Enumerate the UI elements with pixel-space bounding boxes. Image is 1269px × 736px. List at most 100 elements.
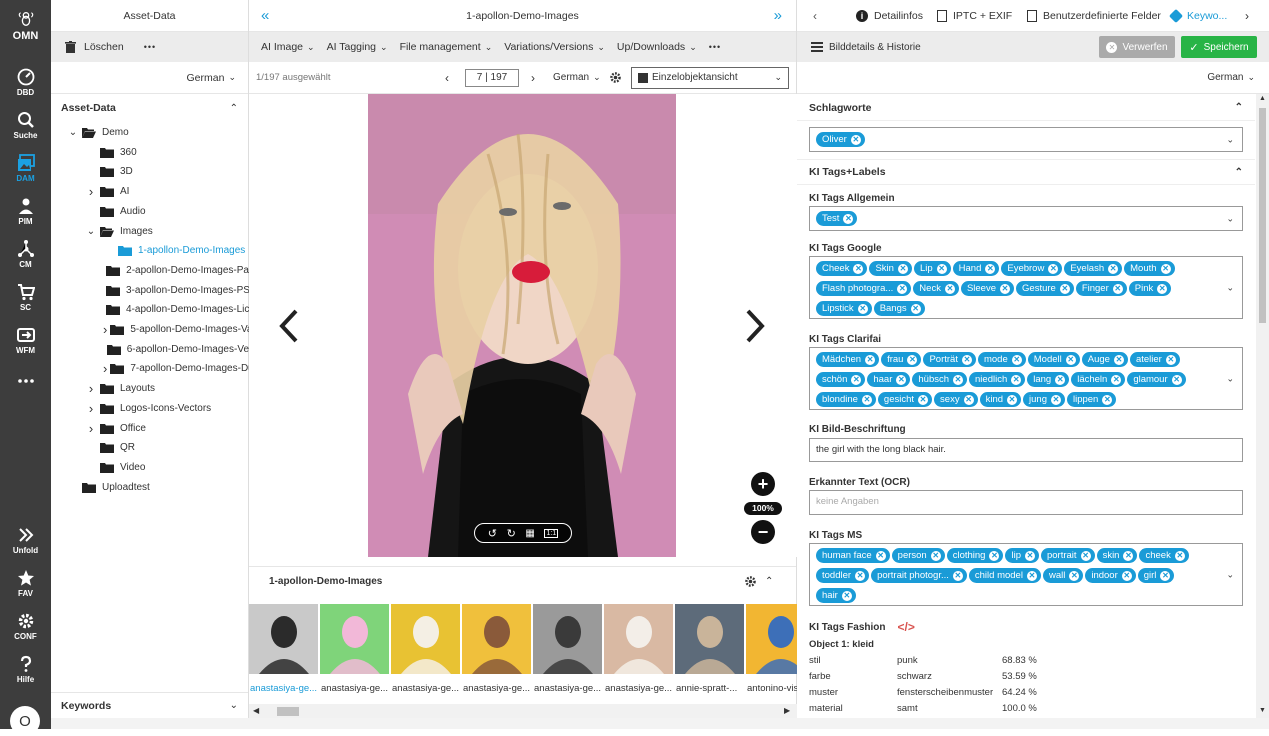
tag-chip[interactable]: hübsch ✕ xyxy=(912,372,968,387)
chevron-down-icon[interactable]: ⌄ xyxy=(1226,213,1234,224)
remove-tag-icon[interactable]: ✕ xyxy=(936,263,947,274)
remove-tag-icon[interactable]: ✕ xyxy=(1160,263,1171,274)
remove-tag-icon[interactable]: ✕ xyxy=(1048,263,1059,274)
prev-image-arrow-icon[interactable] xyxy=(279,309,299,343)
filmstrip-collapse-icon[interactable]: ⌃ xyxy=(765,576,773,587)
history-button[interactable]: Bilddetails & Historie xyxy=(811,42,921,53)
ms-field[interactable]: human face ✕ person ✕ clothing ✕ lip ✕ portrait ✕… xyxy=(809,543,1243,606)
remove-tag-icon[interactable]: ✕ xyxy=(851,374,862,385)
scroll-thumb[interactable] xyxy=(277,707,299,716)
tag-chip[interactable]: cheek ✕ xyxy=(1139,548,1189,563)
tag-chip[interactable]: Pink ✕ xyxy=(1128,281,1172,296)
chevron-down-icon[interactable]: ⌄ xyxy=(85,226,97,237)
tag-chip[interactable]: Mouth ✕ xyxy=(1124,261,1175,276)
tab-detailinfos[interactable]: i Detailinfos xyxy=(856,9,923,22)
remove-tag-icon[interactable]: ✕ xyxy=(1174,550,1185,561)
allgemein-field[interactable]: Test ✕ ⌄ xyxy=(809,206,1243,231)
remove-tag-icon[interactable]: ✕ xyxy=(843,213,854,224)
save-button[interactable]: ✓ Speichern xyxy=(1181,36,1257,58)
chevron-down-icon[interactable]: ⌄ xyxy=(1226,373,1234,384)
chevron-right-icon[interactable]: › xyxy=(85,421,97,436)
tag-chip[interactable]: lang ✕ xyxy=(1027,372,1070,387)
collapse-up-icon[interactable]: ⌃ xyxy=(1235,167,1243,178)
scroll-thumb[interactable] xyxy=(1259,108,1266,323)
discard-button[interactable]: ✕ Verwerfen xyxy=(1099,36,1175,58)
thumbnail-image[interactable] xyxy=(604,604,673,674)
menu-ai-image[interactable]: AI Image ⌄ xyxy=(255,41,321,53)
nav-more[interactable] xyxy=(0,372,51,392)
thumbnail-caption[interactable]: anastasiya-ge... xyxy=(463,683,533,694)
tag-chip[interactable]: Neck ✕ xyxy=(913,281,959,296)
tree-node[interactable]: QR xyxy=(51,438,249,457)
filmstrip-settings-gear-icon[interactable] xyxy=(744,575,757,588)
menu-file-management[interactable]: File management ⌄ xyxy=(394,41,499,53)
remove-tag-icon[interactable]: ✕ xyxy=(1111,374,1122,385)
remove-tag-icon[interactable]: ✕ xyxy=(952,570,963,581)
tag-chip[interactable]: Finger ✕ xyxy=(1075,281,1127,296)
remove-tag-icon[interactable]: ✕ xyxy=(875,550,886,561)
language-select[interactable]: German ⌄ xyxy=(187,72,236,84)
tree-node[interactable]: Video xyxy=(51,458,249,477)
tag-chip[interactable]: toddler ✕ xyxy=(816,568,870,583)
thumbnail-image[interactable] xyxy=(675,604,744,674)
remove-tag-icon[interactable]: ✕ xyxy=(989,550,1000,561)
chevron-right-icon[interactable]: › xyxy=(103,361,107,376)
tag-chip[interactable]: haar ✕ xyxy=(867,372,911,387)
more-menu-button[interactable]: ••• xyxy=(144,42,156,52)
nav-fav[interactable]: FAV xyxy=(0,569,51,598)
tag-chip[interactable]: Gesture ✕ xyxy=(1016,281,1074,296)
tag-chip[interactable]: Eyebrow ✕ xyxy=(1001,261,1063,276)
tree-node[interactable]: › Office xyxy=(51,419,249,438)
collapse-up-icon[interactable]: ⌃ xyxy=(230,103,238,114)
remove-tag-icon[interactable]: ✕ xyxy=(855,570,866,581)
tab-keywords[interactable]: Keywo... xyxy=(1168,8,1227,23)
remove-tag-icon[interactable]: ✕ xyxy=(897,263,908,274)
remove-tag-icon[interactable]: ✕ xyxy=(961,354,972,365)
next-page-icon[interactable]: › xyxy=(531,71,535,85)
tag-chip[interactable]: girl ✕ xyxy=(1137,568,1175,583)
menu-ai-tagging[interactable]: AI Tagging ⌄ xyxy=(321,41,394,53)
tag-chip[interactable]: kind ✕ xyxy=(979,392,1022,407)
tag-chip[interactable]: Sleeve ✕ xyxy=(960,281,1015,296)
tree-node[interactable]: › 7-apollon-Demo-Images-Du xyxy=(51,359,249,378)
metadata-scrollbar[interactable]: ▲ ▼ xyxy=(1256,94,1269,718)
schlagworte-field[interactable]: Oliver ✕ ⌄ xyxy=(809,127,1243,152)
thumbnail-caption[interactable]: anastasiya-ge... xyxy=(321,683,391,694)
nav-cm[interactable]: CM xyxy=(0,240,51,269)
viewer-language-select[interactable]: German ⌄ xyxy=(553,72,601,83)
scroll-up-icon[interactable]: ▲ xyxy=(1259,95,1266,102)
tag-chip[interactable]: sexy ✕ xyxy=(934,392,978,407)
tree-node[interactable]: ⌄ Demo xyxy=(51,123,249,142)
prev-page-icon[interactable]: ‹ xyxy=(445,71,449,85)
remove-tag-icon[interactable]: ✕ xyxy=(1121,570,1132,581)
tag-chip[interactable]: Oliver ✕ xyxy=(816,132,865,147)
collapse-left-icon[interactable]: « xyxy=(261,7,269,24)
zoom-out-button[interactable]: − xyxy=(751,520,775,544)
remove-tag-icon[interactable]: ✕ xyxy=(985,263,996,274)
tree-node[interactable]: 3-apollon-Demo-Images-PS xyxy=(51,281,249,300)
thumbnail-caption[interactable]: anastasiya-ge... xyxy=(392,683,462,694)
collapse-up-icon[interactable]: ⌃ xyxy=(1235,102,1243,113)
tag-chip[interactable]: Porträt ✕ xyxy=(923,352,976,367)
remove-tag-icon[interactable]: ✕ xyxy=(918,394,929,405)
remove-tag-icon[interactable]: ✕ xyxy=(1050,394,1061,405)
tag-chip[interactable]: Lip ✕ xyxy=(913,261,951,276)
rotate-left-icon[interactable]: ↺ xyxy=(488,527,497,540)
filmstrip-scrollbar[interactable]: ◀ ▶ xyxy=(249,704,797,718)
remove-tag-icon[interactable]: ✕ xyxy=(953,374,964,385)
actual-size-button[interactable]: 1:1 xyxy=(544,528,559,538)
remove-tag-icon[interactable]: ✕ xyxy=(1160,570,1171,581)
remove-tag-icon[interactable]: ✕ xyxy=(1065,354,1076,365)
remove-tag-icon[interactable]: ✕ xyxy=(1165,354,1176,365)
chevron-right-icon[interactable]: › xyxy=(85,184,97,199)
chevron-right-icon[interactable]: › xyxy=(85,401,97,416)
google-field[interactable]: Cheek ✕ Skin ✕ Lip ✕ Hand ✕ Eyebrow ✕ Eyelash ✕ Mout… xyxy=(809,256,1243,319)
nav-hilfe[interactable]: Hilfe xyxy=(0,655,51,684)
tab-iptc-exif[interactable]: IPTC + EXIF xyxy=(937,9,1012,22)
remove-tag-icon[interactable]: ✕ xyxy=(1011,374,1022,385)
remove-tag-icon[interactable]: ✕ xyxy=(1157,283,1168,294)
tag-chip[interactable]: niedlich ✕ xyxy=(969,372,1026,387)
tree-node[interactable]: 360 xyxy=(51,143,249,162)
remove-tag-icon[interactable]: ✕ xyxy=(1171,374,1182,385)
fit-screen-icon[interactable]: ▦ xyxy=(525,528,534,539)
